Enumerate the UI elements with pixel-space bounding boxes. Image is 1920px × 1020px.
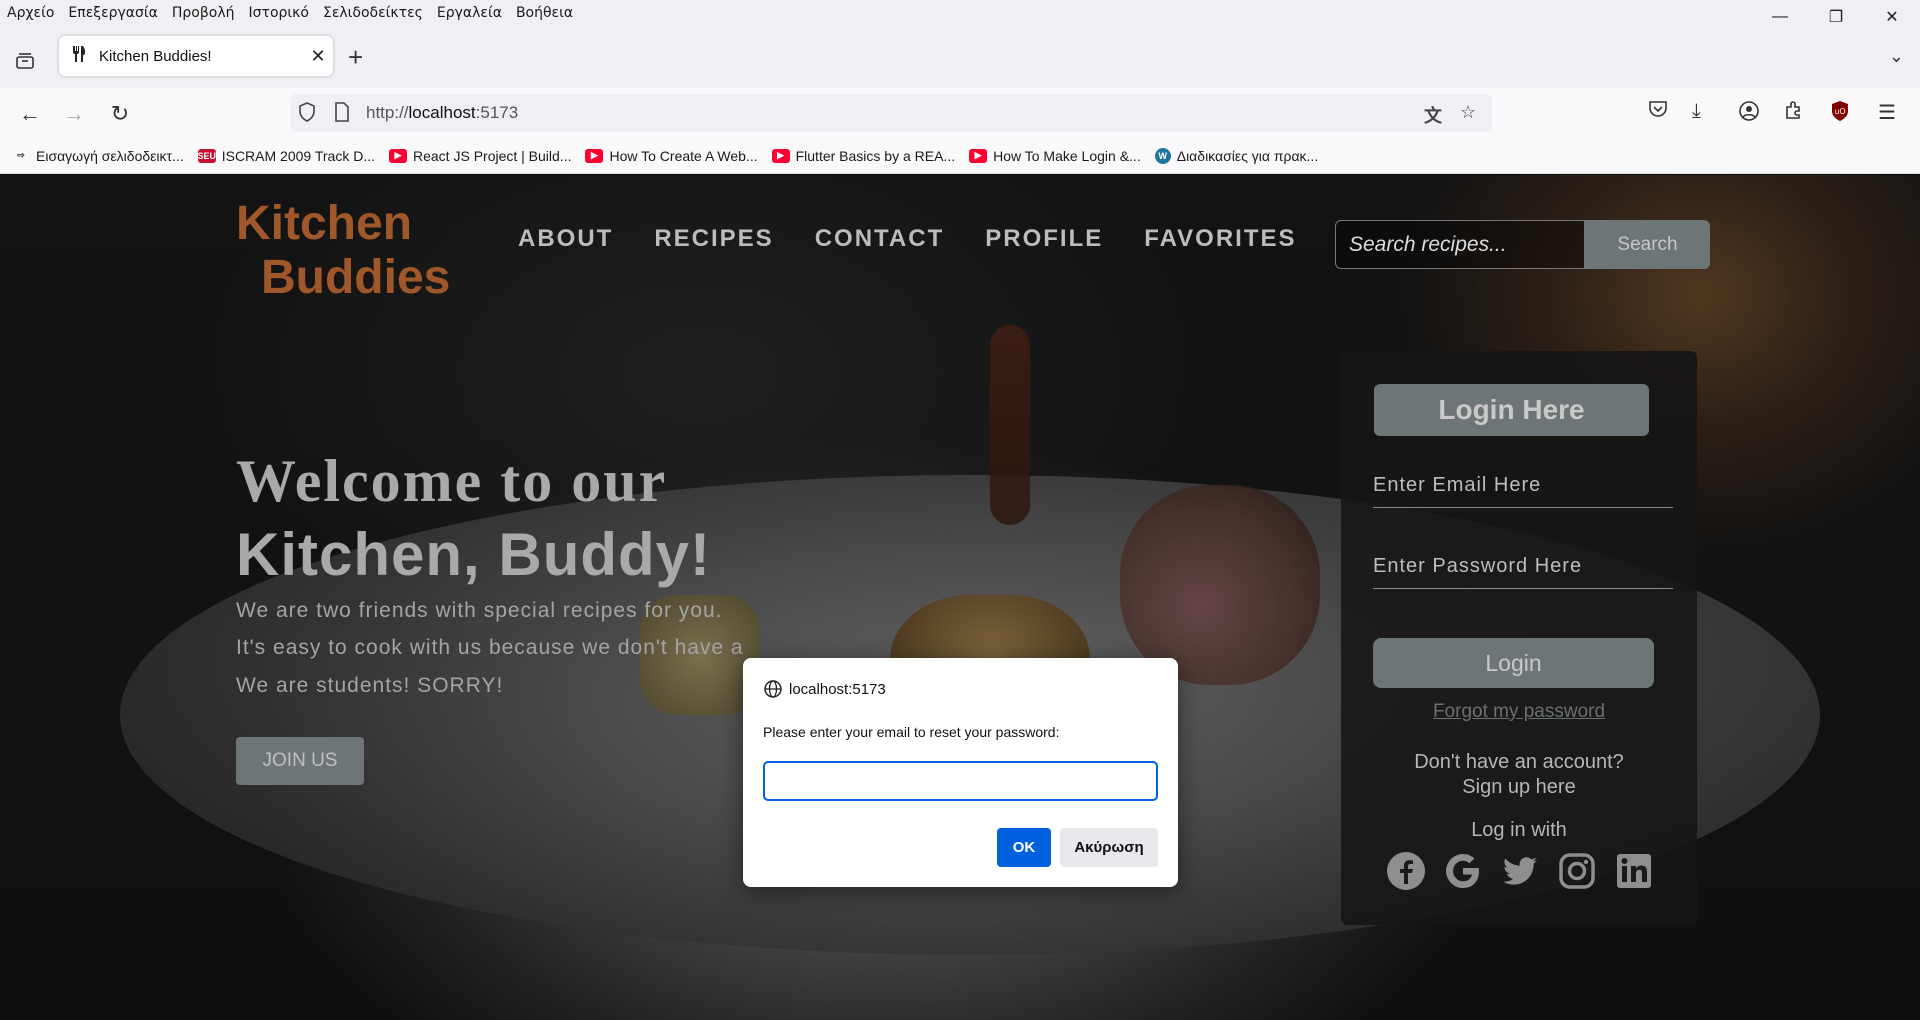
download-icon[interactable]: ⤓ bbox=[1692, 100, 1701, 123]
youtube-icon: ▶ bbox=[771, 148, 790, 163]
dialog-message: Please enter your email to reset your pa… bbox=[763, 724, 1060, 740]
menu-edit[interactable]: Επεξεργασία bbox=[61, 5, 164, 21]
site-nav: ABOUT RECIPES CONTACT PROFILE FAVORITES bbox=[518, 225, 1338, 253]
url-host: localhost bbox=[408, 103, 476, 122]
forward-icon[interactable]: → bbox=[58, 98, 90, 130]
menu-view[interactable]: Προβολή bbox=[165, 5, 242, 21]
hero-heading-line-2: Kitchen, Buddy! bbox=[236, 521, 711, 588]
pocket-icon[interactable] bbox=[1648, 100, 1668, 124]
password-field[interactable]: Enter Password Here bbox=[1373, 545, 1673, 589]
bookmark-item[interactable]: ⇨ Εισαγωγή σελιδοδεικτ... bbox=[12, 148, 184, 164]
social-login-icons bbox=[1386, 851, 1671, 891]
bookmark-item[interactable]: ▶ How To Create A Web... bbox=[585, 147, 758, 164]
bookmark-item[interactable]: SEU ISCRAM 2009 Track D... bbox=[197, 147, 375, 164]
dialog-origin-text: localhost:5173 bbox=[789, 680, 886, 698]
cancel-button[interactable]: Ακύρωση bbox=[1060, 828, 1158, 867]
youtube-icon: ▶ bbox=[969, 148, 988, 163]
facebook-icon[interactable] bbox=[1386, 851, 1426, 891]
nav-about[interactable]: ABOUT bbox=[518, 225, 613, 253]
bookmark-label: Διαδικασίες για πρακ... bbox=[1176, 147, 1319, 164]
reload-icon[interactable]: ↻ bbox=[104, 98, 136, 130]
menu-bar: Αρχείο Επεξεργασία Προβολή Ιστορικό Σελι… bbox=[0, 0, 1920, 26]
chevron-down-icon[interactable]: ⌄ bbox=[1889, 46, 1904, 67]
navigation-bar: ← → ↻ http://localhost:5173 文 ☆ ⤓ uO ☰ bbox=[0, 88, 1920, 138]
extensions-icon[interactable] bbox=[1784, 100, 1804, 126]
nav-favorites[interactable]: FAVORITES bbox=[1144, 225, 1296, 253]
tab-title: Kitchen Buddies! bbox=[99, 47, 212, 65]
wordpress-icon: W bbox=[1154, 147, 1171, 164]
url-text[interactable]: http://localhost:5173 bbox=[366, 103, 518, 123]
bookmark-item[interactable]: ▶ Flutter Basics by a REA... bbox=[771, 147, 956, 164]
bookmark-item[interactable]: ▶ React JS Project | Build... bbox=[389, 148, 571, 164]
shield-icon[interactable] bbox=[298, 102, 316, 127]
url-port: :5173 bbox=[475, 103, 519, 122]
close-tab-icon[interactable]: ✕ bbox=[303, 46, 333, 67]
login-title: Login Here bbox=[1374, 384, 1649, 436]
logo-line-1: Kitchen bbox=[236, 197, 413, 250]
hero-text-3: We are students! SORRY! bbox=[236, 674, 504, 697]
instagram-icon[interactable] bbox=[1557, 851, 1597, 891]
join-us-button[interactable]: JOIN US bbox=[236, 737, 364, 785]
bookmark-label: Εισαγωγή σελιδοδεικτ... bbox=[36, 147, 184, 164]
hero-text-2: It's easy to cook with us because we don… bbox=[236, 636, 744, 659]
bookmark-item[interactable]: ▶ How To Make Login &... bbox=[969, 148, 1141, 164]
nav-profile[interactable]: PROFILE bbox=[985, 225, 1103, 253]
signup-link[interactable]: Sign up here bbox=[1341, 776, 1697, 799]
google-icon[interactable] bbox=[1443, 851, 1483, 891]
hamburger-menu-icon[interactable]: ☰ bbox=[1878, 100, 1896, 125]
page-icon[interactable] bbox=[334, 102, 350, 127]
reset-email-input[interactable] bbox=[763, 761, 1158, 801]
web-page: Kitchen Buddies ABOUT RECIPES CONTACT PR… bbox=[0, 175, 1920, 1020]
new-tab-icon[interactable]: + bbox=[348, 42, 363, 73]
menu-bookmarks[interactable]: Σελιδοδείκτες bbox=[316, 5, 430, 21]
star-icon[interactable]: ☆ bbox=[1460, 102, 1476, 123]
tab-kitchen-buddies[interactable]: Kitchen Buddies! ✕ bbox=[59, 36, 333, 76]
seu-icon: SEU bbox=[197, 148, 216, 163]
site-logo[interactable]: Kitchen Buddies bbox=[236, 197, 450, 305]
login-panel: Login Here Enter Email Here Enter Passwo… bbox=[1341, 351, 1697, 925]
nav-recipes[interactable]: RECIPES bbox=[654, 225, 773, 253]
bookmark-item[interactable]: W Διαδικασίες για πρακ... bbox=[1154, 147, 1319, 164]
svg-text:uO: uO bbox=[1834, 107, 1845, 116]
account-icon[interactable] bbox=[1738, 100, 1760, 128]
bookmark-label: How To Create A Web... bbox=[609, 147, 758, 164]
menu-history[interactable]: Ιστορικό bbox=[242, 5, 316, 21]
prompt-dialog: localhost:5173 Please enter your email t… bbox=[743, 658, 1178, 887]
logo-line-2: Buddies bbox=[261, 251, 451, 304]
hero-heading-line-1: Welcome to our bbox=[236, 448, 668, 514]
menu-help[interactable]: Βοήθεια bbox=[509, 5, 580, 21]
bookmark-label: ISCRAM 2009 Track D... bbox=[221, 147, 375, 164]
back-icon[interactable]: ← bbox=[14, 98, 46, 130]
import-icon: ⇨ bbox=[17, 150, 25, 160]
search-input[interactable]: Search recipes... bbox=[1335, 220, 1585, 269]
hero-text-1: We are two friends with special recipes … bbox=[236, 599, 723, 622]
search-button[interactable]: Search bbox=[1585, 220, 1710, 269]
email-field[interactable]: Enter Email Here bbox=[1373, 464, 1673, 508]
bookmark-label: How To Make Login &... bbox=[993, 147, 1141, 164]
ok-button[interactable]: OK bbox=[997, 828, 1051, 867]
linkedin-icon[interactable] bbox=[1614, 851, 1654, 891]
bookmarks-bar: ⇨ Εισαγωγή σελιδοδεικτ... SEU ISCRAM 200… bbox=[0, 138, 1920, 174]
translate-icon[interactable]: 文 bbox=[1424, 102, 1442, 128]
nav-contact[interactable]: CONTACT bbox=[815, 225, 945, 253]
youtube-icon: ▶ bbox=[585, 148, 604, 163]
no-account-text: Don't have an account? bbox=[1414, 751, 1624, 773]
login-button[interactable]: Login bbox=[1373, 638, 1654, 688]
url-bar[interactable]: http://localhost:5173 文 ☆ bbox=[290, 94, 1492, 132]
menu-tools[interactable]: Εργαλεία bbox=[430, 5, 509, 21]
tab-bar: Kitchen Buddies! ✕ + ⌄ bbox=[0, 26, 1920, 88]
tab-list-icon[interactable] bbox=[10, 48, 40, 74]
twitter-icon[interactable] bbox=[1500, 851, 1540, 891]
log-in-with-text: Log in with bbox=[1471, 819, 1567, 841]
url-scheme: http:// bbox=[366, 103, 409, 122]
youtube-icon: ▶ bbox=[389, 148, 407, 163]
menu-file[interactable]: Αρχείο bbox=[0, 5, 61, 21]
fork-knife-icon bbox=[71, 45, 91, 68]
bookmark-label: Flutter Basics by a REA... bbox=[795, 147, 956, 164]
ublock-icon[interactable]: uO bbox=[1830, 100, 1850, 128]
bookmark-label: React JS Project | Build... bbox=[413, 147, 572, 164]
dialog-origin: localhost:5173 bbox=[763, 679, 886, 699]
globe-icon bbox=[764, 680, 782, 698]
forgot-password-link[interactable]: Forgot my password bbox=[1341, 701, 1697, 723]
